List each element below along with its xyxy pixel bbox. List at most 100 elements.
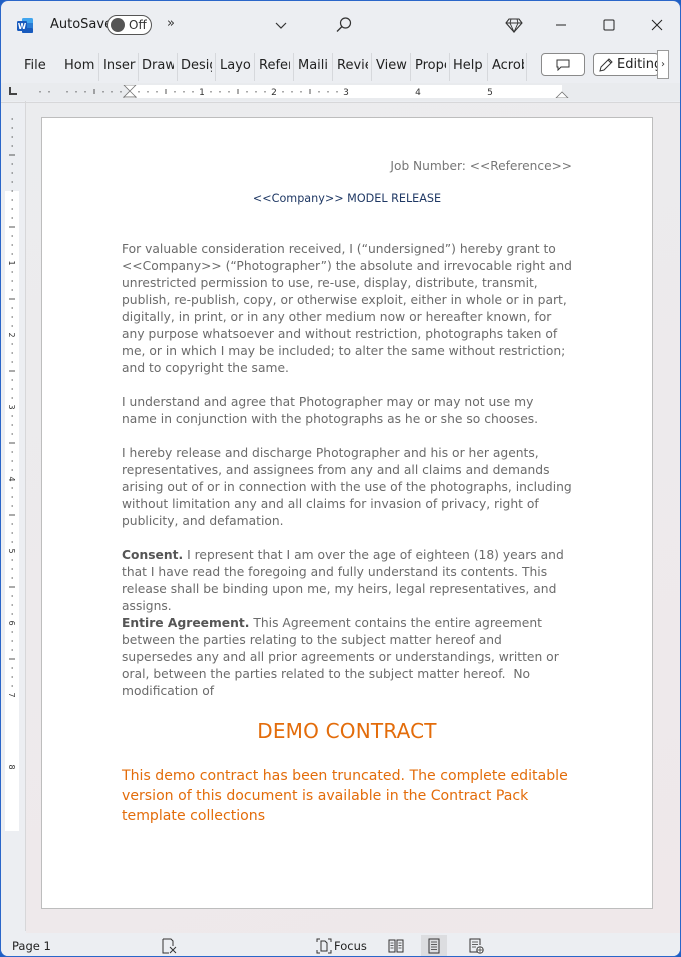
paragraph-text: I represent that I am over the age of ei… (122, 548, 564, 613)
paragraph-text: For valuable consideration received, I (… (122, 242, 572, 375)
tab-divider (293, 53, 294, 81)
maximize-icon[interactable] (599, 15, 619, 35)
tab-file[interactable]: File (24, 58, 50, 73)
word-logo-icon[interactable]: W (17, 17, 34, 34)
ruler-tick (11, 118, 13, 120)
document-page[interactable]: Job Number: <<Reference>> <<Company>> MO… (41, 117, 653, 909)
close-icon[interactable] (647, 15, 667, 35)
ruler-tick (11, 199, 13, 201)
ruler-tick (11, 415, 13, 417)
print-layout-button[interactable] (421, 935, 447, 956)
autosave-toggle[interactable]: Off (107, 15, 152, 35)
ruler-tick (11, 541, 13, 543)
tab-stop-selector[interactable] (9, 87, 17, 95)
title-bar: W AutoSave Off » (1, 1, 680, 49)
ruler-tick (11, 163, 13, 165)
ruler-tick (75, 91, 77, 93)
ruler-tick (138, 91, 140, 93)
ruler-label: 1 (199, 88, 205, 98)
tab-divider (410, 53, 411, 81)
ruler-label: 2 (271, 88, 277, 98)
ruler-tick (84, 91, 86, 93)
tab-divider (487, 53, 488, 81)
ruler-label: 3 (343, 88, 349, 98)
tab-acrobat[interactable]: Acrobat (492, 58, 524, 73)
read-mode-button[interactable] (383, 935, 409, 956)
tab-divider (98, 53, 99, 81)
ruler-tick (318, 91, 320, 93)
diamond-icon[interactable] (505, 16, 523, 34)
tab-view[interactable]: View (376, 58, 408, 73)
ruler-tick (48, 91, 50, 93)
toggle-knob (111, 18, 125, 32)
horizontal-ruler[interactable]: 1 2 3 4 5 (25, 85, 665, 98)
comments-button[interactable] (541, 53, 585, 76)
ruler-tick (282, 91, 284, 93)
ruler-tick (11, 505, 13, 507)
ruler-tick (11, 136, 13, 138)
ruler-active-area (5, 191, 19, 831)
tab-design[interactable]: Design (181, 58, 212, 73)
ruler-tick (11, 253, 13, 255)
ruler-tick (183, 91, 185, 93)
ruler-tick (11, 676, 13, 678)
web-layout-button[interactable] (463, 935, 489, 956)
tab-insert[interactable]: Insert (103, 58, 136, 73)
ruler-tick (120, 91, 122, 93)
document-title: <<Company>> MODEL RELEASE (252, 192, 442, 205)
ruler-tick (255, 91, 257, 93)
ruler-tick (327, 91, 329, 93)
editing-mode-button[interactable]: Editing (593, 53, 659, 76)
more-commands-button[interactable]: » (167, 16, 175, 31)
ruler-label: 6 (7, 620, 16, 625)
left-indent-marker (123, 96, 137, 98)
focus-icon (316, 938, 332, 954)
demo-contract-notice: This demo contract has been truncated. T… (122, 768, 568, 824)
chevron-down-icon[interactable] (274, 19, 288, 33)
ruler-label: 4 (415, 88, 421, 98)
ruler-tick (11, 217, 13, 219)
ruler-tick (11, 235, 13, 237)
ruler-tick (11, 388, 13, 390)
ruler-label: 4 (7, 476, 16, 481)
search-icon[interactable] (335, 16, 353, 34)
tab-layout[interactable]: Layout (220, 58, 251, 73)
ruler-tick (11, 640, 13, 642)
ruler-tick (11, 595, 13, 597)
pencil-icon (599, 58, 613, 72)
ruler-tick (11, 460, 13, 462)
ruler-tick (11, 523, 13, 525)
status-bar: Page 1 Focus (1, 933, 680, 956)
tab-divider (215, 53, 216, 81)
ruler-tick (264, 91, 266, 93)
tab-draw[interactable]: Draw (142, 58, 174, 73)
ruler-tick (156, 91, 158, 93)
ruler-tick (11, 181, 13, 183)
ruler-label: 1 (7, 260, 16, 265)
ruler-tick (11, 289, 13, 291)
page-indicator[interactable]: Page 1 (12, 939, 51, 953)
tab-help[interactable]: Help (453, 58, 485, 73)
ruler-tick (11, 568, 13, 570)
minimize-icon[interactable] (551, 15, 571, 35)
paragraph-text: I hereby release and discharge Photograp… (122, 446, 572, 528)
ruler-tick (11, 172, 13, 174)
tab-divider (332, 53, 333, 81)
ruler-label: 5 (7, 548, 16, 553)
tab-review[interactable]: Review (337, 58, 368, 73)
ruler-tick (102, 91, 104, 93)
tab-home[interactable]: Home (64, 58, 95, 73)
tab-mailings[interactable]: Mailings (298, 58, 329, 73)
vertical-ruler[interactable]: 1 2 3 4 5 6 7 8 (5, 109, 19, 924)
tab-references[interactable]: References (259, 58, 290, 73)
ruler-tick (174, 91, 176, 93)
ruler-label: 8 (7, 764, 16, 769)
ribbon-scroll-right-button[interactable]: › (657, 50, 669, 79)
vertical-ruler-divider (25, 101, 26, 931)
paragraph-heading: Consent. (122, 548, 184, 562)
proofing-icon[interactable] (161, 938, 177, 954)
paragraph-text: I understand and agree that Photographer… (122, 395, 539, 426)
ruler-tick (11, 577, 13, 579)
ruler-label: 5 (487, 88, 493, 98)
tab-properties[interactable]: Properties (415, 58, 446, 73)
